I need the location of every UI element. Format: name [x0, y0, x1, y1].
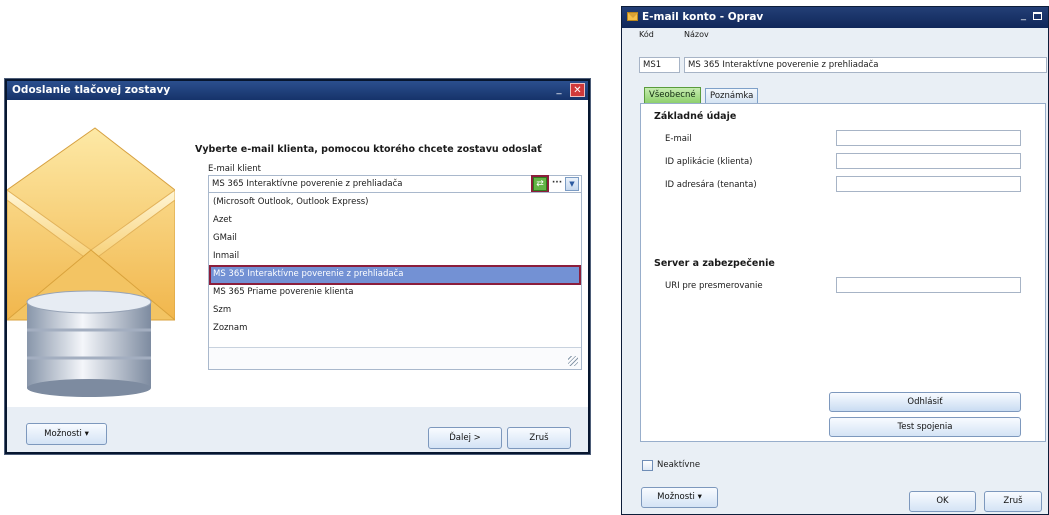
email-illustration — [7, 100, 175, 407]
dialog-title: E-mail konto - Oprav — [622, 7, 1048, 28]
dialog-content: Vyberte e-mail klienta, pomocou ktorého … — [7, 100, 588, 407]
tab-poznamka[interactable]: Poznámka — [705, 88, 759, 104]
list-item[interactable]: Szm — [210, 302, 580, 320]
app-id-label: ID aplikácie (klienta) — [665, 157, 753, 167]
email-client-combobox[interactable]: MS 365 Interaktívne poverenie z prehliad… — [208, 175, 582, 193]
dialog-heading: Vyberte e-mail klienta, pomocou ktorého … — [195, 144, 542, 155]
options-button[interactable]: Možnosti ▾ — [641, 487, 718, 508]
options-button[interactable]: Možnosti ▾ — [26, 423, 107, 445]
minimize-icon[interactable]: _ — [1021, 10, 1026, 21]
email-client-list[interactable]: (Microsoft Outlook, Outlook Express) Aze… — [208, 192, 582, 370]
email-label: E-mail — [665, 134, 692, 144]
list-item[interactable]: Zoznam — [210, 320, 580, 338]
list-item[interactable]: Inmail — [210, 248, 580, 266]
test-connection-button[interactable]: Test spojenia — [829, 417, 1021, 437]
redirect-uri-field[interactable] — [836, 277, 1021, 293]
list-item[interactable]: (Microsoft Outlook, Outlook Express) — [210, 194, 580, 212]
cancel-button[interactable]: Zruš — [507, 427, 571, 449]
list-item[interactable]: GMail — [210, 230, 580, 248]
dialog-title: Odoslanie tlačovej zostavy — [7, 81, 588, 100]
resize-grip-icon[interactable] — [568, 356, 578, 366]
list-footer — [209, 347, 581, 369]
inactive-checkbox[interactable] — [642, 460, 653, 471]
basic-info-section-title: Základné údaje — [654, 111, 737, 122]
sign-out-button[interactable]: Odhlásiť — [829, 392, 1021, 412]
app-id-field[interactable] — [836, 153, 1021, 169]
inactive-label: Neaktívne — [657, 460, 701, 470]
email-client-label: E-mail klient — [208, 164, 261, 174]
list-item[interactable]: Azet — [210, 212, 580, 230]
ok-button[interactable]: OK — [909, 491, 976, 512]
list-item-selected[interactable]: MS 365 Interaktívne poverenie z prehliad… — [209, 265, 581, 285]
code-field[interactable]: MS1 — [639, 57, 680, 73]
send-report-dialog: Odoslanie tlačovej zostavy _ ✕ Vyberte e… — [5, 79, 590, 454]
envelope-icon — [627, 12, 638, 21]
more-options-icon[interactable]: ··· — [550, 177, 564, 191]
tenant-id-field[interactable] — [836, 176, 1021, 192]
combobox-value: MS 365 Interaktívne poverenie z prehliad… — [212, 179, 403, 189]
chevron-down-icon[interactable]: ▼ — [565, 177, 579, 191]
name-label: Názov — [684, 30, 709, 39]
name-field[interactable]: MS 365 Interaktívne poverenie z prehliad… — [684, 57, 1047, 73]
maximize-icon[interactable] — [1033, 12, 1042, 20]
tenant-id-label: ID adresára (tenanta) — [665, 180, 757, 190]
tab-vseobecne[interactable]: Všeobecné — [644, 87, 701, 103]
email-field[interactable] — [836, 130, 1021, 146]
close-icon[interactable]: ✕ — [570, 83, 585, 97]
server-security-section-title: Server a zabezpečenie — [654, 258, 775, 269]
cancel-button[interactable]: Zruš — [984, 491, 1042, 512]
edit-account-icon[interactable]: ⇄ — [531, 175, 549, 193]
database-icon — [26, 290, 152, 397]
code-label: Kód — [639, 30, 654, 39]
next-button[interactable]: Ďalej > — [428, 427, 502, 449]
list-item[interactable]: MS 365 Priame poverenie klienta — [210, 284, 580, 302]
minimize-icon[interactable]: _ — [552, 83, 566, 97]
redirect-uri-label: URI pre presmerovanie — [665, 281, 763, 291]
